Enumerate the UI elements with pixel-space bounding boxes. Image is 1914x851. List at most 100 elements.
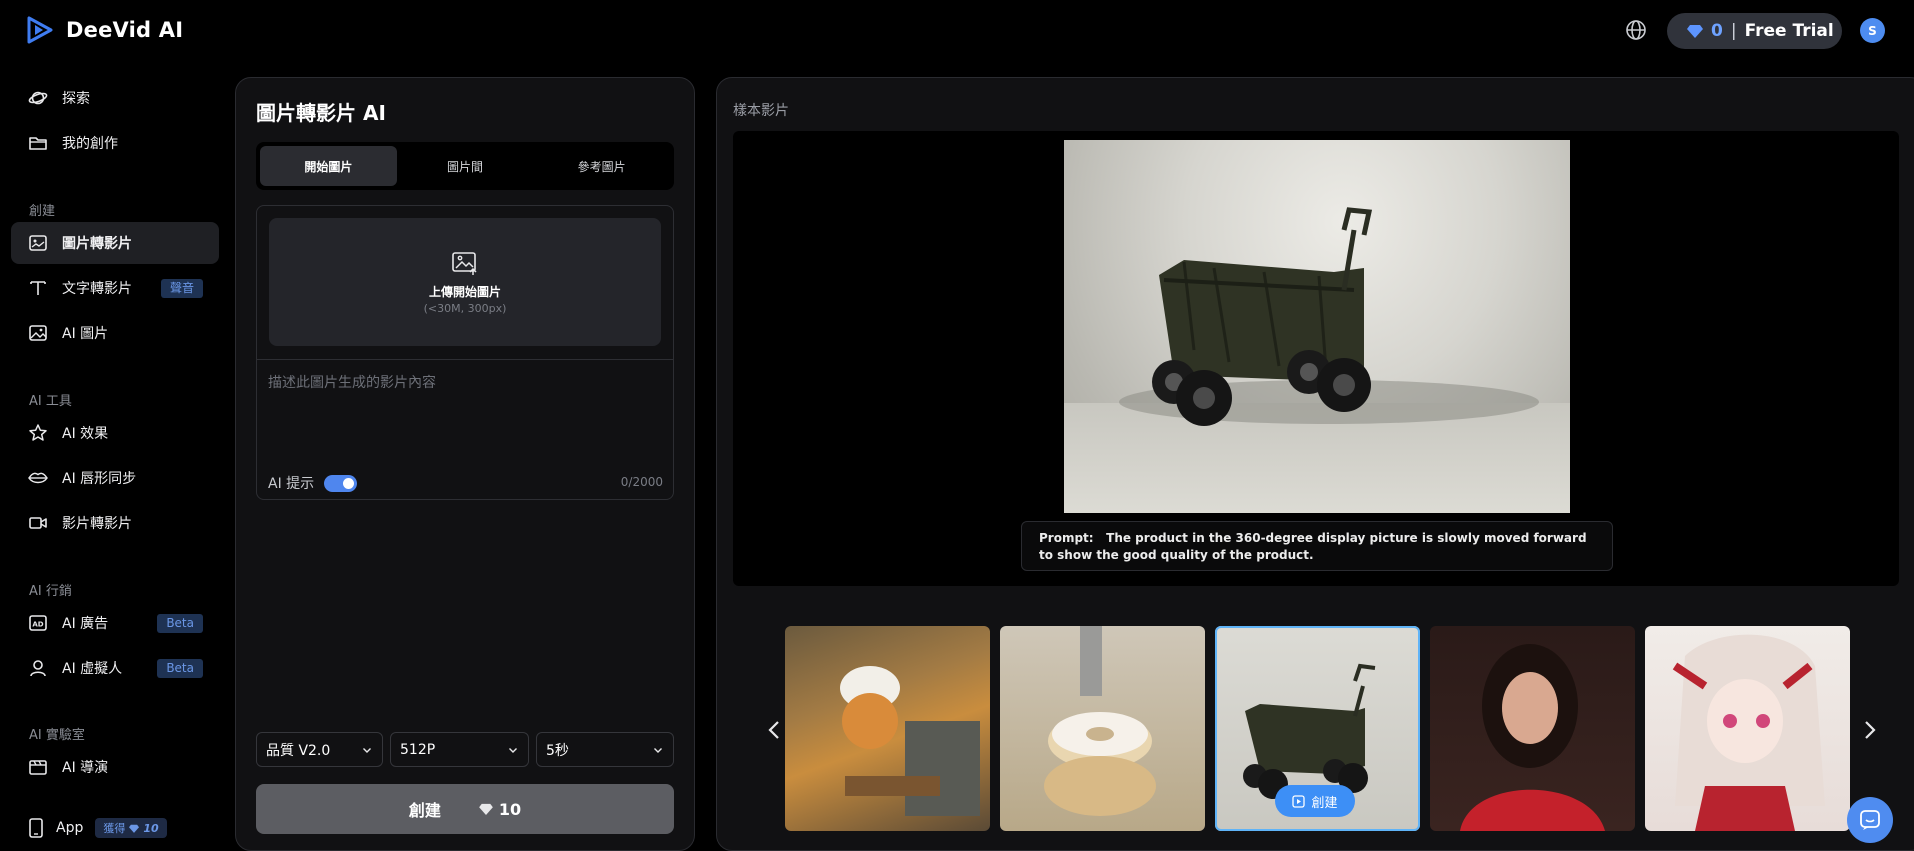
support-chat-button[interactable] [1847, 797, 1893, 843]
page-title: 圖片轉影片 AI [256, 101, 386, 125]
robot-donut-image [1044, 626, 1156, 816]
credits-free-trial-button[interactable]: 0 | Free Trial [1667, 13, 1842, 49]
person-icon [30, 660, 46, 677]
image-upload-icon [452, 251, 477, 275]
ai-image-icon [29, 325, 47, 341]
diamond-icon [1687, 25, 1703, 38]
create-cost-value: 10 [498, 799, 522, 819]
section-tools-heading: AI 工具 [29, 394, 72, 409]
sidebar-item-label: AI 虛擬人 [62, 661, 123, 677]
sidebar-item-ai-ads[interactable]: AD AI 廣告 Beta [11, 602, 219, 644]
sidebar-item-image-to-video[interactable]: 圖片轉影片 [11, 222, 219, 264]
ai-prompt-toggle[interactable] [324, 474, 358, 492]
sample-video-frame [1064, 140, 1570, 513]
sidebar-item-label: AI 廣告 [62, 616, 109, 632]
wagon-image [1119, 207, 1539, 426]
folder-icon [29, 137, 47, 150]
sidebar-item-ai-effects[interactable]: AI 效果 [11, 412, 219, 454]
chevron-down-icon [509, 747, 517, 753]
chef-cat-image [840, 666, 980, 816]
thumbnail-wagon[interactable]: 創建 [1215, 626, 1420, 831]
clapperboard-icon [29, 760, 47, 775]
prompt-prefix: Prompt: [1039, 531, 1094, 545]
app-badge-value: 10 [143, 821, 159, 835]
beta-badge: Beta [157, 659, 203, 678]
prompt-textarea[interactable]: 描述此圖片生成的影片內容 [268, 372, 436, 392]
sidebar: 探索 我的創作 創建 圖片轉影片 文字轉影片 聲音 AI 圖片 AI 工具 AI… [0, 0, 230, 851]
sidebar-item-my-creations[interactable]: 我的創作 [11, 122, 219, 164]
phone-icon [29, 818, 43, 838]
chevron-right-icon[interactable] [1859, 718, 1879, 742]
svg-text:AD: AD [32, 621, 43, 629]
explore-planet-icon [28, 91, 48, 105]
credits-separator: | [1730, 21, 1737, 41]
section-create-heading: 創建 [29, 204, 56, 219]
ai-prompt-label: AI 提示 [268, 476, 315, 492]
duration-value: 5秒 [546, 742, 569, 759]
sample-thumbnail-strip: 創建 [785, 626, 1850, 831]
upload-start-image-dropzone[interactable]: 上傳開始圖片 (<30M, 300px) [269, 218, 661, 346]
upload-hint: (<30M, 300px) [423, 301, 507, 315]
divider [257, 359, 673, 360]
thumbnail-create-label: 創建 [1311, 795, 1338, 811]
chevron-left-icon[interactable] [765, 718, 785, 742]
mode-tabs: 開始圖片 圖片間 參考圖片 [256, 142, 674, 190]
sidebar-item-label: AI 唇形同步 [62, 471, 137, 487]
tab-between-images[interactable]: 圖片間 [397, 146, 534, 186]
sidebar-item-label: AI 圖片 [62, 326, 109, 342]
quality-value: 品質 V2.0 [266, 742, 331, 759]
thumbnail-create-button[interactable]: 創建 [1275, 785, 1355, 817]
char-count: 0/2000 [620, 475, 663, 489]
lips-icon [28, 472, 48, 484]
language-globe-icon[interactable] [1625, 19, 1647, 41]
chevron-down-icon [363, 747, 371, 753]
text-t-icon [30, 281, 46, 295]
thumbnail-anime-girl[interactable] [1645, 626, 1850, 831]
audio-badge: 聲音 [160, 279, 203, 298]
sidebar-item-label: 圖片轉影片 [62, 236, 132, 252]
tab-start-image[interactable]: 開始圖片 [260, 146, 397, 186]
sidebar-item-label: 文字轉影片 [62, 281, 132, 297]
sidebar-item-label: AI 導演 [62, 760, 109, 776]
app-reward-badge: 獲得 10 [95, 818, 167, 838]
resolution-select[interactable]: 512P [390, 732, 529, 767]
image-to-video-form: 圖片轉影片 AI 開始圖片 圖片間 參考圖片 上傳開始圖片 (<30M, 300… [235, 77, 695, 851]
free-trial-label: Free Trial [1744, 21, 1834, 41]
sample-video-player[interactable]: Prompt: The product in the 360-degree di… [733, 131, 1899, 586]
ad-icon: AD [29, 615, 47, 631]
star-icon [29, 424, 47, 441]
diamond-icon [479, 803, 493, 815]
sidebar-item-ai-director[interactable]: AI 導演 [11, 746, 219, 788]
resolution-value: 512P [400, 741, 436, 758]
ai-prompt-row: AI 提示 [268, 473, 358, 493]
sidebar-app-link[interactable]: App 獲得 10 [28, 818, 167, 838]
beta-badge: Beta [157, 614, 203, 633]
credits-count: 0 [1711, 21, 1723, 41]
sidebar-item-label: 我的創作 [62, 136, 118, 152]
app-label: App [56, 820, 84, 836]
sidebar-item-ai-lipsync[interactable]: AI 唇形同步 [11, 457, 219, 499]
diamond-icon [129, 824, 140, 833]
sidebar-item-ai-image[interactable]: AI 圖片 [11, 312, 219, 354]
quality-select[interactable]: 品質 V2.0 [256, 732, 383, 767]
tab-reference-image[interactable]: 參考圖片 [533, 146, 670, 186]
chevron-down-icon [654, 747, 662, 753]
thumbnail-woman[interactable] [1430, 626, 1635, 831]
duration-select[interactable]: 5秒 [536, 732, 674, 767]
user-avatar[interactable]: S [1860, 18, 1885, 43]
thumbnail-robot-donut[interactable] [1000, 626, 1205, 831]
create-label: 創建 [408, 801, 441, 820]
sidebar-item-text-to-video[interactable]: 文字轉影片 聲音 [11, 267, 219, 309]
sidebar-item-label: AI 效果 [62, 426, 109, 442]
video-camera-icon [29, 517, 47, 529]
sample-video-panel: 樣本影片 Prompt: The product in the 360-degr… [716, 77, 1914, 851]
anime-girl-image [1672, 634, 1825, 831]
thumbnail-chef-cat[interactable] [785, 626, 990, 831]
sidebar-item-ai-avatar[interactable]: AI 虛擬人 Beta [11, 647, 219, 689]
sample-title: 樣本影片 [733, 103, 789, 119]
upload-label: 上傳開始圖片 [428, 284, 501, 299]
create-button[interactable]: 創建 10 [256, 784, 674, 834]
sidebar-item-explore[interactable]: 探索 [11, 77, 219, 119]
app-badge-text: 獲得 [103, 822, 126, 835]
sidebar-item-video-to-video[interactable]: 影片轉影片 [11, 502, 219, 544]
